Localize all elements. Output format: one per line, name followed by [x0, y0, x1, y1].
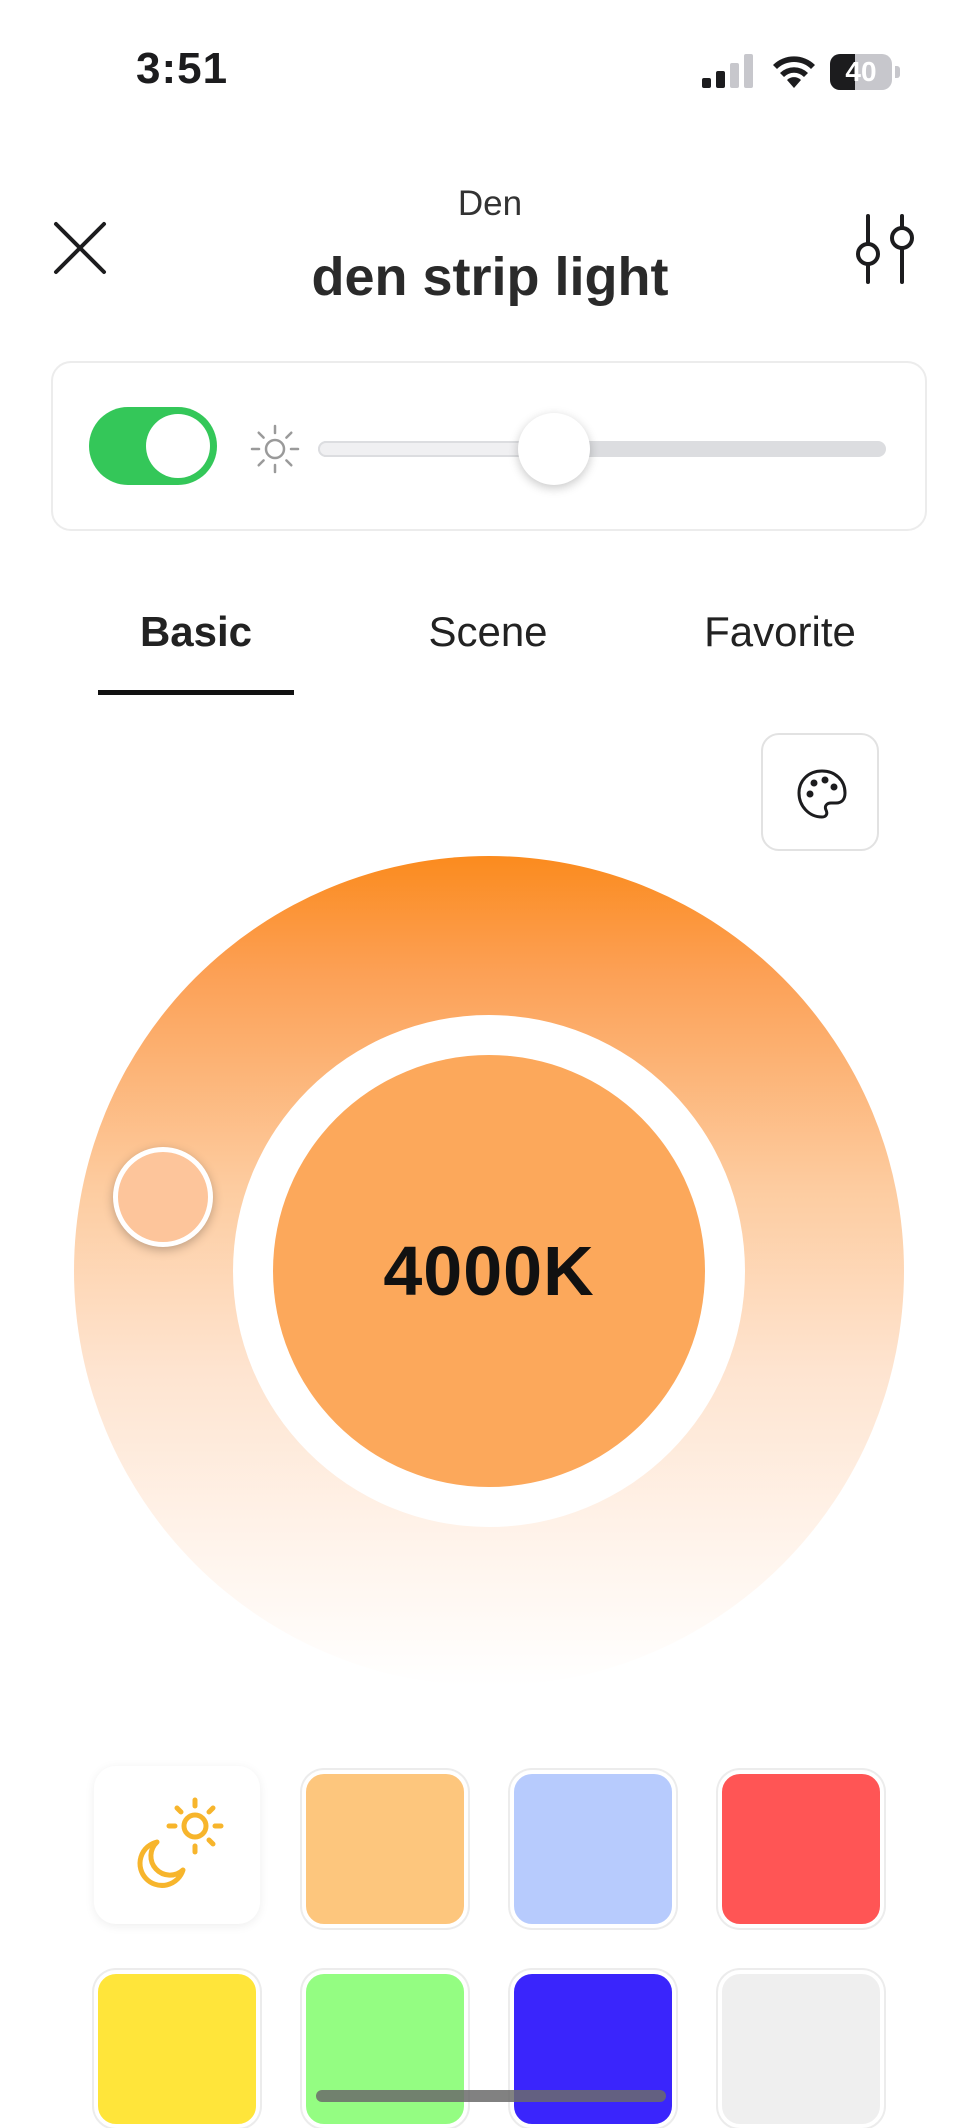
swatch-warm-orange[interactable]	[302, 1770, 468, 1928]
tab-scene[interactable]: Scene	[390, 608, 586, 656]
status-time: 3:51	[136, 44, 229, 93]
swatch-yellow[interactable]	[94, 1970, 260, 2128]
home-indicator[interactable]	[316, 2090, 666, 2102]
power-toggle[interactable]	[89, 407, 217, 485]
brightness-slider-thumb[interactable]	[518, 413, 590, 485]
color-temperature-handle[interactable]	[113, 1147, 213, 1247]
battery-level: 40	[845, 56, 877, 87]
battery-icon: 40	[830, 54, 902, 90]
swatch-red[interactable]	[718, 1770, 884, 1928]
temperature-value: 4000K	[383, 1232, 595, 1310]
active-tab-indicator	[98, 690, 294, 695]
swatch-circadian[interactable]	[94, 1766, 260, 1924]
cellular-signal-icon	[702, 54, 753, 88]
wifi-icon	[773, 56, 815, 88]
tab-basic[interactable]: Basic	[98, 608, 294, 656]
room-name: Den	[457, 184, 523, 223]
swatch-light-gray[interactable]	[718, 1970, 884, 2128]
sun-moon-icon	[137, 1797, 224, 1888]
tab-favorite[interactable]: Favorite	[680, 608, 880, 656]
toggle-knob	[146, 414, 210, 478]
swatch-light-blue[interactable]	[510, 1770, 676, 1928]
temperature-preview: 4000K	[273, 1055, 705, 1487]
sliders-settings-icon[interactable]	[852, 214, 918, 284]
swatch-blue[interactable]	[510, 1970, 676, 2128]
brightness-sun-icon	[250, 424, 300, 474]
device-title: den strip light	[311, 247, 669, 307]
swatch-green[interactable]	[302, 1970, 468, 2128]
color-palette-button[interactable]	[761, 733, 879, 851]
palette-icon	[797, 769, 847, 819]
